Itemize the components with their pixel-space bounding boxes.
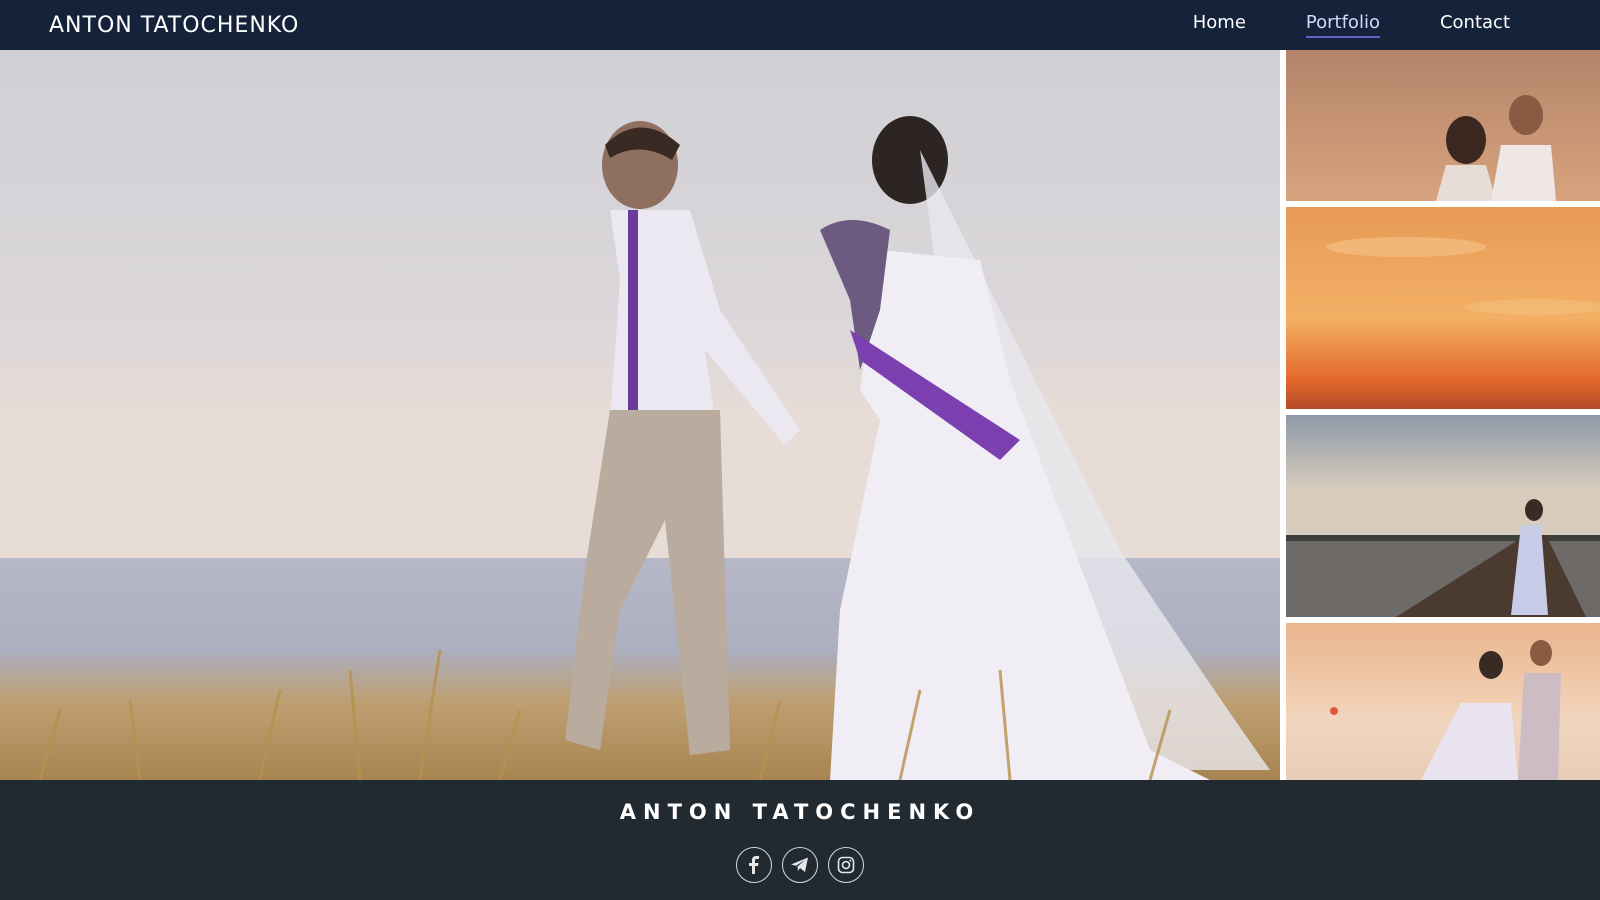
site-logo-text[interactable]: ANTON TATOCHENKO (49, 13, 299, 38)
telegram-icon[interactable] (782, 847, 818, 883)
nav-home-link[interactable]: Home (1193, 12, 1246, 38)
facebook-icon[interactable] (736, 847, 772, 883)
site-header: ANTON TATOCHENKO Home Portfolio Contact (0, 0, 1600, 50)
social-links (736, 847, 864, 883)
main-nav: Home Portfolio Contact (1193, 12, 1510, 38)
site-footer: ANTON TATOCHENKO (0, 780, 1600, 900)
nav-portfolio-link[interactable]: Portfolio (1305, 12, 1380, 38)
thumbnail-1[interactable] (1286, 50, 1600, 201)
nav-contact-link[interactable]: Contact (1440, 12, 1510, 38)
thumbnail-3[interactable] (1286, 415, 1600, 617)
thumbnail-4[interactable] (1286, 623, 1600, 780)
hero-photo[interactable] (0, 50, 1280, 780)
thumbnail-2[interactable] (1286, 207, 1600, 409)
instagram-icon[interactable] (828, 847, 864, 883)
footer-brand-text: ANTON TATOCHENKO (619, 800, 981, 824)
portfolio-gallery (0, 50, 1600, 780)
